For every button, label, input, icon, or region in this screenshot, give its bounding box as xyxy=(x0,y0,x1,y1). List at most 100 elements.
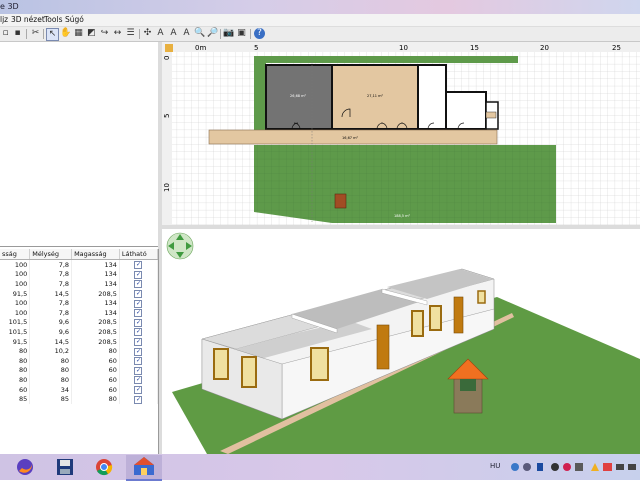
table-cell: 100 xyxy=(0,298,31,308)
table-cell: 60 xyxy=(71,375,120,385)
table-row[interactable]: 91,5 14,5 208,5 ✓ xyxy=(0,288,159,299)
visible-checkbox[interactable]: ✓ xyxy=(119,288,159,299)
pan-hand-icon[interactable]: ✋ xyxy=(60,28,71,39)
tray-icon xyxy=(563,463,571,471)
table-row[interactable]: 101,5 9,6 208,5 ✓ xyxy=(0,327,159,337)
checkbox-checked-icon[interactable]: ✓ xyxy=(134,395,143,404)
table-row[interactable]: 100 7,8 134 ✓ xyxy=(0,259,159,270)
visible-checkbox[interactable]: ✓ xyxy=(119,279,159,289)
plan-canvas[interactable]: 0m 5 10 15 20 25 0 5 10 26,68 m² 27,11 m… xyxy=(162,42,640,225)
visible-checkbox[interactable]: ✓ xyxy=(119,298,159,308)
checkbox-checked-icon[interactable]: ✓ xyxy=(134,376,143,385)
menu-item-tools[interactable]: Tools xyxy=(44,15,62,24)
menu-item-plan[interactable]: ljz xyxy=(0,15,8,24)
table-cell: 208,5 xyxy=(71,327,120,337)
visible-checkbox[interactable]: ✓ xyxy=(119,259,159,270)
menu-item-help[interactable]: Súgó xyxy=(65,15,84,24)
table-cell: 60 xyxy=(71,384,120,395)
visible-checkbox[interactable]: ✓ xyxy=(119,355,159,366)
table-cell: 101,5 xyxy=(0,327,31,337)
zoom-out-icon[interactable]: 🔎 xyxy=(207,28,218,39)
checkbox-checked-icon[interactable]: ✓ xyxy=(134,290,143,299)
create-walls-icon[interactable]: ▦ xyxy=(73,28,84,39)
table-row[interactable]: 100 7,8 134 ✓ xyxy=(0,307,159,318)
help-icon[interactable]: ? xyxy=(254,28,265,39)
checkbox-checked-icon[interactable]: ✓ xyxy=(134,357,143,366)
video-icon[interactable]: ▣ xyxy=(236,28,247,39)
checkbox-checked-icon[interactable]: ✓ xyxy=(134,261,143,270)
zoom-in-icon[interactable]: 🔍 xyxy=(194,28,205,39)
bold-text-icon[interactable]: A xyxy=(181,28,192,39)
table-row[interactable]: 80 80 60 ✓ xyxy=(0,375,159,385)
checkbox-checked-icon[interactable]: ✓ xyxy=(134,338,143,347)
cut-icon[interactable]: ✂ xyxy=(30,28,41,39)
table-row[interactable]: 100 7,8 134 ✓ xyxy=(0,298,159,308)
furniture-table[interactable]: sság Mélység Magasság Látható 100 7,8 134 ✓… xyxy=(0,249,159,404)
column-header-visible[interactable]: Látható xyxy=(119,249,159,260)
checkbox-checked-icon[interactable]: ✓ xyxy=(134,309,143,318)
table-row[interactable]: 60 34 60 ✓ xyxy=(0,384,159,395)
table-row[interactable]: 80 80 60 ✓ xyxy=(0,355,159,366)
checkbox-checked-icon[interactable]: ✓ xyxy=(134,270,143,279)
visible-checkbox[interactable]: ✓ xyxy=(119,394,159,404)
increase-text-icon[interactable]: A xyxy=(155,28,166,39)
language-indicator[interactable]: HU xyxy=(490,462,500,470)
table-row[interactable]: 85 85 80 ✓ xyxy=(0,394,159,404)
checkbox-checked-icon[interactable]: ✓ xyxy=(134,318,143,327)
checkbox-checked-icon[interactable]: ✓ xyxy=(134,299,143,308)
table-row[interactable]: 80 10,2 80 ✓ xyxy=(0,346,159,356)
visible-checkbox[interactable]: ✓ xyxy=(119,317,159,328)
select-arrow-icon[interactable]: ↖ xyxy=(46,28,59,41)
visible-checkbox[interactable]: ✓ xyxy=(119,365,159,376)
checkbox-checked-icon[interactable]: ✓ xyxy=(134,328,143,337)
visible-checkbox[interactable]: ✓ xyxy=(119,336,159,347)
checkbox-checked-icon[interactable]: ✓ xyxy=(134,386,143,395)
plan-view[interactable]: 0m 5 10 15 20 25 0 5 10 26,68 m² 27,11 m… xyxy=(162,42,640,226)
system-tray[interactable] xyxy=(510,460,640,474)
checkbox-checked-icon[interactable]: ✓ xyxy=(134,280,143,289)
tray-icon xyxy=(603,463,612,471)
tray-icon xyxy=(523,463,531,471)
table-row[interactable]: 100 7,8 134 ✓ xyxy=(0,279,159,289)
column-header-height[interactable]: Magasság xyxy=(71,249,120,260)
save-app-icon[interactable] xyxy=(55,458,75,476)
table-cell: 134 xyxy=(71,269,120,280)
visible-checkbox[interactable]: ✓ xyxy=(119,307,159,318)
checkbox-checked-icon[interactable]: ✓ xyxy=(134,366,143,375)
create-polyline-icon[interactable]: ↪ xyxy=(99,28,110,39)
furniture-catalog-panel[interactable] xyxy=(0,42,159,247)
column-header-depth[interactable]: Mélység xyxy=(29,249,73,260)
add-text-icon[interactable]: ☰ xyxy=(125,28,136,39)
table-cell: 208,5 xyxy=(71,336,120,347)
table-cell: 80 xyxy=(0,355,31,366)
3d-canvas[interactable] xyxy=(162,229,640,454)
column-header-width[interactable]: sság xyxy=(0,249,31,260)
furniture-list-panel[interactable]: sság Mélység Magasság Látható 100 7,8 134 ✓… xyxy=(0,249,159,454)
table-row[interactable]: 100 7,8 134 ✓ xyxy=(0,269,159,280)
sweet-home-3d-icon[interactable] xyxy=(126,455,162,481)
navigation-arrows[interactable] xyxy=(166,232,194,260)
visible-checkbox[interactable]: ✓ xyxy=(119,375,159,385)
warning-icon xyxy=(591,463,599,471)
table-row[interactable]: 101,5 9,6 208,5 ✓ xyxy=(0,317,159,328)
table-cell: 208,5 xyxy=(71,288,120,299)
create-dimensions-icon[interactable]: ↔ xyxy=(112,28,123,39)
photo-icon[interactable]: 📷 xyxy=(223,28,234,39)
firefox-icon[interactable] xyxy=(15,458,35,476)
table-row[interactable]: 91,5 14,5 208,5 ✓ xyxy=(0,336,159,347)
save-icon[interactable]: ▪ xyxy=(12,28,23,39)
checkbox-checked-icon[interactable]: ✓ xyxy=(134,347,143,356)
table-row[interactable]: 80 80 60 ✓ xyxy=(0,365,159,376)
3d-view[interactable] xyxy=(162,229,640,454)
visible-checkbox[interactable]: ✓ xyxy=(119,269,159,280)
create-rooms-icon[interactable]: ◩ xyxy=(86,28,97,39)
decrease-text-icon[interactable]: A xyxy=(168,28,179,39)
menu-item-3d-view[interactable]: 3D nézet xyxy=(11,15,45,24)
text-style-icon[interactable]: ✣ xyxy=(142,28,153,39)
chrome-icon[interactable] xyxy=(94,458,114,476)
new-icon[interactable]: ▫ xyxy=(0,28,11,39)
visible-checkbox[interactable]: ✓ xyxy=(119,327,159,337)
table-cell: 80 xyxy=(29,365,73,376)
visible-checkbox[interactable]: ✓ xyxy=(119,384,159,395)
visible-checkbox[interactable]: ✓ xyxy=(119,346,159,356)
